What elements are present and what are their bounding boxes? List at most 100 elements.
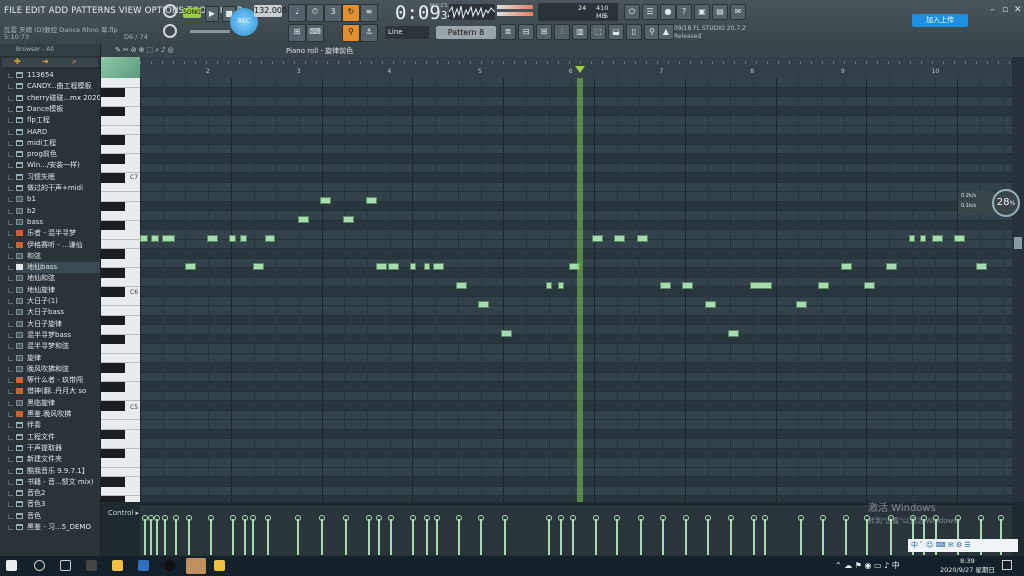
black-key[interactable] — [101, 106, 125, 116]
mixer-view-icon[interactable]: ⫶ — [554, 24, 570, 40]
windows-start-icon[interactable] — [6, 560, 17, 571]
browser-item[interactable]: midi工程 — [16, 138, 100, 149]
white-key[interactable] — [101, 126, 140, 135]
note[interactable] — [343, 216, 354, 223]
snap-icon[interactable]: ⚲ — [342, 24, 360, 42]
velocity-bar[interactable] — [142, 515, 148, 555]
browser-item[interactable]: flp工程 — [16, 115, 100, 126]
browser-item[interactable]: 借神(翻..丹月大 so — [16, 386, 100, 397]
white-key[interactable] — [101, 354, 140, 363]
velocity-bar[interactable] — [230, 515, 236, 555]
white-key[interactable] — [101, 487, 140, 496]
black-key[interactable] — [101, 363, 125, 373]
velocity-handle[interactable] — [343, 515, 349, 521]
note[interactable] — [909, 235, 915, 242]
search-icon[interactable] — [34, 560, 45, 571]
velocity-bar[interactable] — [250, 515, 256, 555]
white-key[interactable] — [101, 392, 140, 401]
playlist-icon[interactable]: ≣ — [500, 24, 516, 40]
minimize-icon[interactable]: – — [990, 5, 995, 15]
velocity-bar[interactable] — [186, 515, 192, 555]
browser-item[interactable]: b2 — [16, 206, 100, 217]
browser-item[interactable]: Win.../安装一样) — [16, 160, 100, 171]
loop-record-icon[interactable]: ↻ — [342, 4, 360, 22]
browser-item[interactable]: 旋律 — [16, 353, 100, 364]
white-key[interactable] — [101, 297, 140, 306]
velocity-bar[interactable] — [154, 515, 160, 555]
velocity-bar[interactable] — [798, 515, 804, 555]
white-key[interactable] — [101, 78, 140, 88]
browser-item[interactable]: 新建文件夹 — [16, 454, 100, 465]
velocity-bar[interactable] — [751, 515, 757, 555]
black-key[interactable] — [101, 154, 125, 164]
plugin-picker-icon[interactable]: ▣ — [694, 4, 710, 20]
note[interactable] — [185, 263, 196, 270]
note[interactable] — [796, 301, 807, 308]
note[interactable] — [728, 330, 739, 337]
velocity-handle[interactable] — [683, 515, 689, 521]
folder-icon[interactable] — [214, 560, 225, 571]
browser-item[interactable]: 大日子bass — [16, 307, 100, 318]
browser-item[interactable]: 音色 — [16, 511, 100, 522]
step-edit-icon[interactable]: ⊞ — [288, 24, 306, 42]
velocity-handle[interactable] — [173, 515, 179, 521]
velocity-bar[interactable] — [148, 515, 154, 555]
velocity-handle[interactable] — [376, 515, 382, 521]
black-key[interactable] — [101, 249, 125, 259]
note[interactable] — [456, 282, 467, 289]
note[interactable] — [388, 263, 399, 270]
white-key[interactable] — [101, 211, 140, 221]
velocity-handle[interactable] — [424, 515, 430, 521]
note[interactable] — [253, 263, 264, 270]
project-icon[interactable]: ⬓ — [608, 24, 624, 40]
velocity-bar[interactable] — [434, 515, 440, 555]
velocity-bar[interactable] — [265, 515, 271, 555]
scroll-thumb[interactable] — [1014, 237, 1022, 249]
share-button[interactable]: 加入上传 — [912, 14, 968, 27]
black-key[interactable] — [101, 496, 125, 502]
browser-app-icon[interactable] — [138, 560, 149, 571]
note[interactable] — [433, 263, 444, 270]
velocity-bar[interactable] — [478, 515, 484, 555]
browser-item[interactable]: CANDY...曲工程模板 — [16, 81, 100, 92]
velocity-bar[interactable] — [546, 515, 552, 555]
note[interactable] — [366, 197, 377, 204]
browser-search-icon[interactable]: ⌕ — [72, 57, 76, 67]
browser-item[interactable]: 做过的干声+midi — [16, 183, 100, 194]
app-icon[interactable] — [86, 560, 97, 571]
browser-item[interactable]: 音色3 — [16, 499, 100, 510]
qq-icon[interactable] — [164, 560, 175, 571]
black-key[interactable] — [101, 268, 125, 278]
velocity-handle[interactable] — [208, 515, 214, 521]
white-key[interactable] — [101, 344, 140, 354]
black-key[interactable] — [101, 429, 125, 439]
menu-patterns[interactable]: PATTERNS — [71, 6, 116, 16]
browser-item[interactable]: 地仙旋律 — [16, 285, 100, 296]
note[interactable] — [265, 235, 275, 242]
white-key[interactable] — [101, 97, 140, 107]
pattern-selector[interactable]: Pattern 8 — [436, 26, 496, 39]
velocity-handle[interactable] — [366, 515, 372, 521]
white-key[interactable] — [101, 116, 140, 126]
white-key[interactable] — [101, 145, 140, 154]
metronome-icon[interactable]: ♩ — [288, 4, 306, 22]
velocity-handle[interactable] — [570, 515, 576, 521]
velocity-bar[interactable] — [295, 515, 301, 555]
velocity-bar[interactable] — [614, 515, 620, 555]
black-key[interactable] — [101, 287, 125, 297]
velocity-handle[interactable] — [843, 515, 849, 521]
browser-item[interactable]: 习惯失眠 — [16, 172, 100, 183]
velocity-handle[interactable] — [546, 515, 552, 521]
black-key[interactable] — [101, 315, 125, 325]
save-icon[interactable]: ▤ — [712, 4, 728, 20]
note[interactable] — [682, 282, 693, 289]
note[interactable] — [818, 282, 829, 289]
white-key[interactable] — [101, 325, 140, 335]
browser-item[interactable]: 晚风吹拂和弦 — [16, 364, 100, 375]
note[interactable] — [320, 197, 331, 204]
white-key[interactable] — [101, 306, 140, 316]
task-view-icon[interactable] — [60, 560, 71, 571]
velocity-handle[interactable] — [162, 515, 168, 521]
note[interactable] — [229, 235, 236, 242]
velocity-handle[interactable] — [242, 515, 248, 521]
